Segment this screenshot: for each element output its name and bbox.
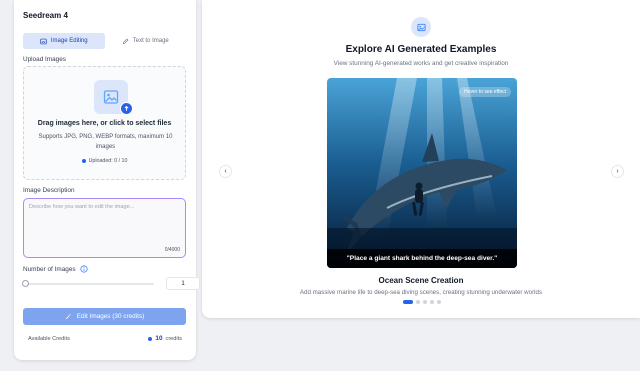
pagination-dot[interactable] [403,300,413,304]
upload-format-hint: Supports JPG, PNG, WEBP formats, maximum… [38,134,173,150]
pagination-dot[interactable] [416,300,420,304]
num-images-label-row: Number of Images [23,265,88,273]
upload-dropzone[interactable]: Drag images here, or click to select fil… [23,66,186,180]
chevron-right-icon: › [616,168,619,175]
upload-count: Uploaded: 0 / 10 [24,158,185,164]
upload-arrow-icon [120,102,133,115]
status-dot-icon [81,159,86,163]
tab-text-to-image[interactable]: Text to Image [105,33,187,49]
magic-wand-icon [65,313,71,320]
num-images-slider[interactable] [22,280,154,287]
shark-diver-image [327,78,517,268]
pagination-dot[interactable] [437,300,441,304]
credits-row: Available Credits 10 credits [23,335,186,345]
upload-section-label: Upload Images [23,56,66,63]
prev-example-button[interactable]: ‹ [219,165,232,178]
character-counter: 0/4000 [164,247,180,253]
example-description: Add massive marine life to deep-sea divi… [299,289,543,296]
chevron-left-icon: ‹ [224,168,227,175]
gallery-title: Explore AI Generated Examples [345,44,497,55]
tab-label: Image Editing [50,38,88,44]
pagination-dot[interactable] [430,300,434,304]
tab-image-editing[interactable]: Image Editing [23,33,105,49]
upload-main-text: Drag images here, or click to select fil… [37,120,172,127]
edit-images-button[interactable]: Edit Images (30 credits) [23,308,186,325]
pen-icon [122,38,129,44]
edit-button-label: Edit Images (30 credits) [76,313,145,320]
mode-tabs: Image Editing Text to Image [23,33,186,49]
pagination-dot[interactable] [423,300,427,304]
example-prompt-caption: "Place a giant shark behind the deep-sea… [327,249,517,268]
upload-count-text: Uploaded: 0 / 10 [88,158,128,164]
slider-thumb[interactable] [22,280,29,287]
app-title: Seedream 4 [23,11,68,20]
example-image[interactable]: Hover to see effect "Place a giant shark… [327,78,517,268]
credits-dot-icon [148,336,153,341]
num-images-label: Number of Images [23,265,76,273]
next-example-button[interactable]: › [611,165,624,178]
gallery-subtitle: View stunning AI-generated works and get… [333,60,509,67]
description-section-label: Image Description [23,187,75,194]
credits-value: 10 credits [148,335,182,342]
description-textarea[interactable]: Describe how you want to edit the image.… [23,198,186,258]
editor-panel: Seedream 4 Image Editing Text to Image U… [14,0,200,360]
gallery-header-icon [411,17,431,37]
examples-panel: Explore AI Generated Examples View stunn… [202,0,640,318]
hover-hint-chip: Hover to see effect [459,87,511,97]
credits-unit: credits [165,335,182,342]
image-edit-icon [40,38,47,44]
carousel-pagination [403,300,441,304]
num-images-input[interactable]: 1 [166,277,200,290]
example-title: Ocean Scene Creation [378,276,464,285]
description-placeholder: Describe how you want to edit the image.… [29,204,135,210]
credits-amount: 10 [155,335,163,342]
credits-label: Available Credits [28,336,70,342]
tab-label: Text to Image [132,38,169,44]
info-icon[interactable] [79,265,88,273]
